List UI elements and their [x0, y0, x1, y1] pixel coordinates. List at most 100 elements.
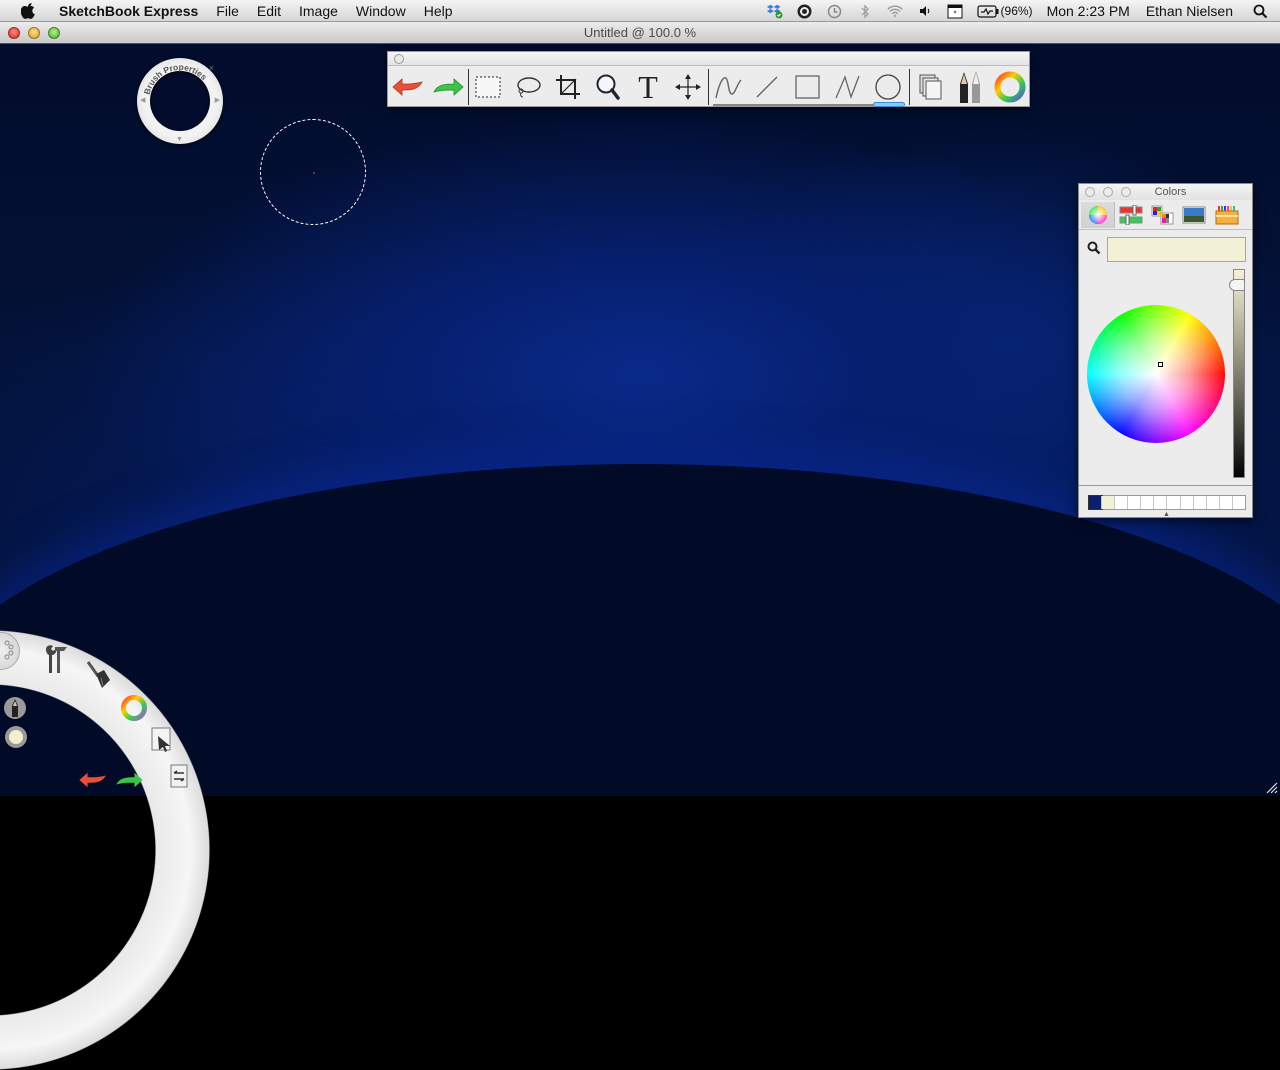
active-shape-indicator — [873, 102, 905, 107]
freehand-line-tool[interactable] — [711, 69, 747, 105]
redo-button[interactable] — [430, 69, 466, 105]
toolbar-titlebar[interactable] — [388, 52, 1029, 66]
undo-button[interactable] — [390, 69, 426, 105]
colors-close-button[interactable] — [1085, 187, 1095, 197]
lagoon-select-button[interactable] — [147, 725, 177, 755]
color-swatch[interactable] — [1102, 496, 1115, 509]
resize-grip-icon[interactable] — [1264, 780, 1278, 794]
select-arrow-icon — [149, 726, 175, 754]
layers-button[interactable] — [912, 69, 948, 105]
rectangle-shape-tool[interactable] — [790, 69, 826, 105]
spotlight-icon[interactable] — [1252, 3, 1268, 19]
window-close-button[interactable] — [8, 27, 20, 39]
swatch-drawer-handle[interactable]: ▲ — [1163, 511, 1170, 518]
polyline-tool[interactable] — [830, 69, 866, 105]
window-title: Untitled @ 100.0 % — [584, 25, 696, 40]
color-swatch[interactable] — [1194, 496, 1207, 509]
toolbar-divider — [468, 69, 469, 105]
menu-window[interactable]: Window — [347, 0, 415, 22]
toolbar-close-button[interactable] — [394, 54, 404, 64]
menu-edit[interactable]: Edit — [248, 0, 290, 22]
color-search-input[interactable] — [1107, 237, 1246, 262]
menu-app-name[interactable]: SketchBook Express — [50, 0, 207, 22]
color-swatch[interactable] — [1167, 496, 1180, 509]
dropbox-icon[interactable] — [767, 3, 783, 19]
move-tool[interactable] — [670, 69, 706, 105]
current-color-button[interactable] — [5, 726, 27, 748]
lagoon-brushes-button[interactable] — [84, 662, 114, 692]
color-swatch[interactable] — [1233, 496, 1245, 509]
pencil-brush-icon — [955, 70, 985, 104]
lasso-tool[interactable] — [510, 69, 546, 105]
color-swatch[interactable] — [1154, 496, 1167, 509]
battery-icon[interactable] — [977, 3, 999, 19]
bluetooth-icon[interactable] — [857, 3, 873, 19]
zoom-tool[interactable] — [590, 69, 626, 105]
line-icon — [754, 74, 780, 100]
brightness-slider[interactable] — [1233, 269, 1245, 478]
lagoon-color-editor-button[interactable] — [119, 693, 149, 723]
image-palettes-mode-tab[interactable] — [1180, 202, 1208, 228]
lagoon-center-button[interactable] — [0, 632, 20, 670]
colors-zoom-button[interactable] — [1121, 187, 1131, 197]
lagoon-undo-button[interactable] — [78, 765, 108, 795]
colors-minimize-button[interactable] — [1103, 187, 1113, 197]
battery-percent[interactable]: (96%) — [1001, 4, 1033, 18]
close-icon[interactable]: × — [209, 63, 214, 73]
color-swatch[interactable] — [1115, 496, 1128, 509]
menu-image[interactable]: Image — [290, 0, 347, 22]
color-swatch[interactable] — [1220, 496, 1233, 509]
chevron-right-icon[interactable]: ▶ — [215, 96, 220, 104]
menu-help[interactable]: Help — [415, 0, 462, 22]
lagoon-redo-button[interactable] — [114, 765, 144, 795]
pencil-brush-button[interactable] — [4, 697, 26, 719]
color-swatch[interactable] — [1128, 496, 1141, 509]
input-menu-icon[interactable]: * — [947, 3, 963, 19]
lagoon-tools-button[interactable] — [40, 645, 70, 675]
volume-icon[interactable] — [917, 3, 933, 19]
color-palettes-mode-tab[interactable] — [1149, 202, 1177, 228]
color-wheel-icon — [993, 70, 1027, 104]
ellipse-tool[interactable] — [870, 69, 906, 105]
tools-wrench-hammer-icon — [40, 643, 70, 677]
lagoon-layers-button[interactable] — [164, 762, 194, 792]
colors-mode-bar — [1079, 200, 1252, 230]
crop-tool[interactable] — [550, 69, 586, 105]
color-sliders-icon — [1119, 205, 1143, 225]
menu-file[interactable]: File — [207, 0, 248, 22]
wifi-icon[interactable] — [887, 3, 903, 19]
color-swatch[interactable] — [1141, 496, 1154, 509]
color-swatch[interactable] — [1181, 496, 1194, 509]
color-wheel-marker[interactable] — [1158, 362, 1163, 367]
text-tool[interactable]: T — [630, 69, 666, 105]
color-wheel[interactable] — [1087, 305, 1225, 443]
color-swatches — [1088, 495, 1246, 510]
color-sliders-mode-tab[interactable] — [1117, 202, 1145, 228]
brush-properties-puck[interactable]: Brush Properties ◀ ▶ ▼ × — [137, 58, 223, 144]
user-name[interactable]: Ethan Nielsen — [1146, 3, 1233, 19]
colors-titlebar[interactable]: Colors — [1079, 184, 1252, 200]
chevron-down-icon[interactable]: ▼ — [176, 136, 183, 143]
growl-icon[interactable] — [797, 3, 813, 19]
toolbar-divider — [708, 69, 709, 105]
color-swatch[interactable] — [1089, 496, 1102, 509]
chevron-left-icon[interactable]: ◀ — [140, 96, 145, 104]
color-wheel-mode-tab[interactable] — [1081, 202, 1115, 228]
clock[interactable]: Mon 2:23 PM — [1047, 3, 1130, 19]
time-machine-icon[interactable] — [827, 3, 843, 19]
window-minimize-button[interactable] — [28, 27, 40, 39]
apple-menu-icon[interactable] — [20, 3, 36, 19]
straight-line-tool[interactable] — [749, 69, 785, 105]
color-swatch[interactable] — [1207, 496, 1220, 509]
window-zoom-button[interactable] — [48, 27, 60, 39]
brightness-slider-knob[interactable] — [1229, 279, 1245, 291]
text-tool-icon: T — [638, 69, 658, 106]
window-titlebar: Untitled @ 100.0 % — [0, 22, 1280, 44]
rectangle-select-tool[interactable] — [470, 69, 506, 105]
undo-icon — [78, 770, 108, 790]
brushes-button[interactable] — [952, 69, 988, 105]
crayons-mode-tab[interactable] — [1213, 202, 1241, 228]
magnifier-icon — [595, 73, 621, 101]
color-editor-button[interactable] — [992, 69, 1028, 105]
main-toolbar: T — [387, 51, 1030, 107]
